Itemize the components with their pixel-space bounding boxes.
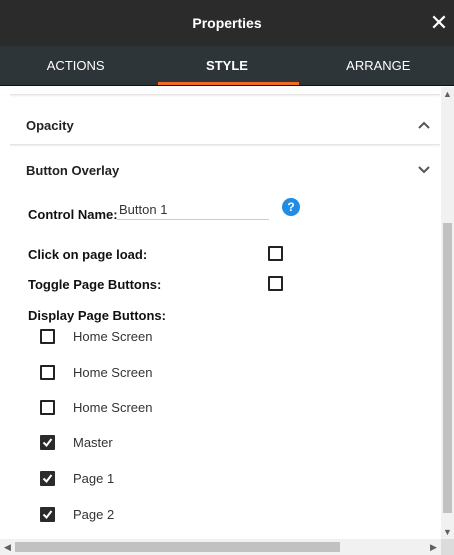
page-button-label: Master bbox=[73, 435, 113, 450]
window-title: Properties bbox=[192, 15, 262, 31]
button-overlay-section-title: Button Overlay bbox=[26, 163, 120, 178]
vertical-scrollbar[interactable]: ▲ ▼ bbox=[441, 87, 454, 539]
tab-style-label: STYLE bbox=[206, 58, 248, 73]
click-on-load-checkbox[interactable] bbox=[268, 246, 283, 261]
horizontal-scroll-thumb[interactable] bbox=[15, 542, 340, 552]
toggle-page-buttons-label: Toggle Page Buttons: bbox=[28, 277, 162, 292]
collapsed-section-above bbox=[10, 87, 440, 95]
properties-content: Opacity Button Overlay Control Name: ? C… bbox=[10, 87, 440, 539]
page-button-checkbox[interactable] bbox=[40, 435, 55, 450]
close-button[interactable]: ✕ bbox=[424, 6, 454, 40]
page-button-checkbox[interactable] bbox=[40, 507, 55, 522]
button-overlay-section-header[interactable]: Button Overlay bbox=[10, 147, 440, 183]
control-name-label: Control Name: bbox=[28, 207, 118, 222]
tab-arrange-label: ARRANGE bbox=[346, 58, 411, 73]
toggle-page-buttons-checkbox[interactable] bbox=[268, 276, 283, 291]
display-page-buttons-label: Display Page Buttons: bbox=[28, 308, 166, 323]
tab-actions-label: ACTIONS bbox=[46, 58, 105, 73]
tab-bar: ACTIONS STYLE ARRANGE bbox=[0, 46, 454, 86]
tab-style[interactable]: STYLE bbox=[151, 46, 302, 85]
titlebar: Properties ✕ bbox=[0, 0, 454, 46]
scroll-down-arrow-icon[interactable]: ▼ bbox=[441, 525, 454, 539]
page-button-checkbox[interactable] bbox=[40, 365, 55, 380]
checkmark-icon bbox=[42, 510, 53, 520]
tab-arrange[interactable]: ARRANGE bbox=[303, 46, 454, 85]
control-name-input[interactable] bbox=[117, 200, 269, 220]
page-button-label: Home Screen bbox=[73, 400, 153, 415]
vertical-scroll-thumb[interactable] bbox=[443, 223, 452, 513]
help-icon[interactable]: ? bbox=[282, 198, 300, 216]
opacity-section[interactable]: Opacity bbox=[10, 103, 440, 145]
scrollbar-corner bbox=[441, 539, 454, 555]
click-on-load-label: Click on page load: bbox=[28, 247, 148, 262]
scroll-up-arrow-icon[interactable]: ▲ bbox=[441, 87, 454, 101]
chevron-up-icon[interactable] bbox=[416, 117, 432, 133]
page-button-label: Page 2 bbox=[73, 507, 115, 522]
page-button-label: Page 1 bbox=[73, 471, 115, 486]
page-button-checkbox[interactable] bbox=[40, 400, 55, 415]
checkmark-icon bbox=[42, 438, 53, 448]
help-glyph: ? bbox=[287, 200, 295, 214]
opacity-section-title: Opacity bbox=[26, 118, 74, 133]
horizontal-scrollbar[interactable]: ◀ ▶ bbox=[0, 539, 441, 555]
page-button-checkbox[interactable] bbox=[40, 329, 55, 344]
close-icon: ✕ bbox=[429, 10, 449, 35]
checkmark-icon bbox=[42, 474, 53, 484]
tab-actions[interactable]: ACTIONS bbox=[0, 46, 151, 85]
scroll-left-arrow-icon[interactable]: ◀ bbox=[0, 539, 15, 555]
page-button-label: Home Screen bbox=[73, 329, 153, 344]
page-button-checkbox[interactable] bbox=[40, 471, 55, 486]
scroll-right-arrow-icon[interactable]: ▶ bbox=[426, 539, 441, 555]
page-button-label: Home Screen bbox=[73, 365, 153, 380]
chevron-down-icon[interactable] bbox=[416, 162, 432, 178]
